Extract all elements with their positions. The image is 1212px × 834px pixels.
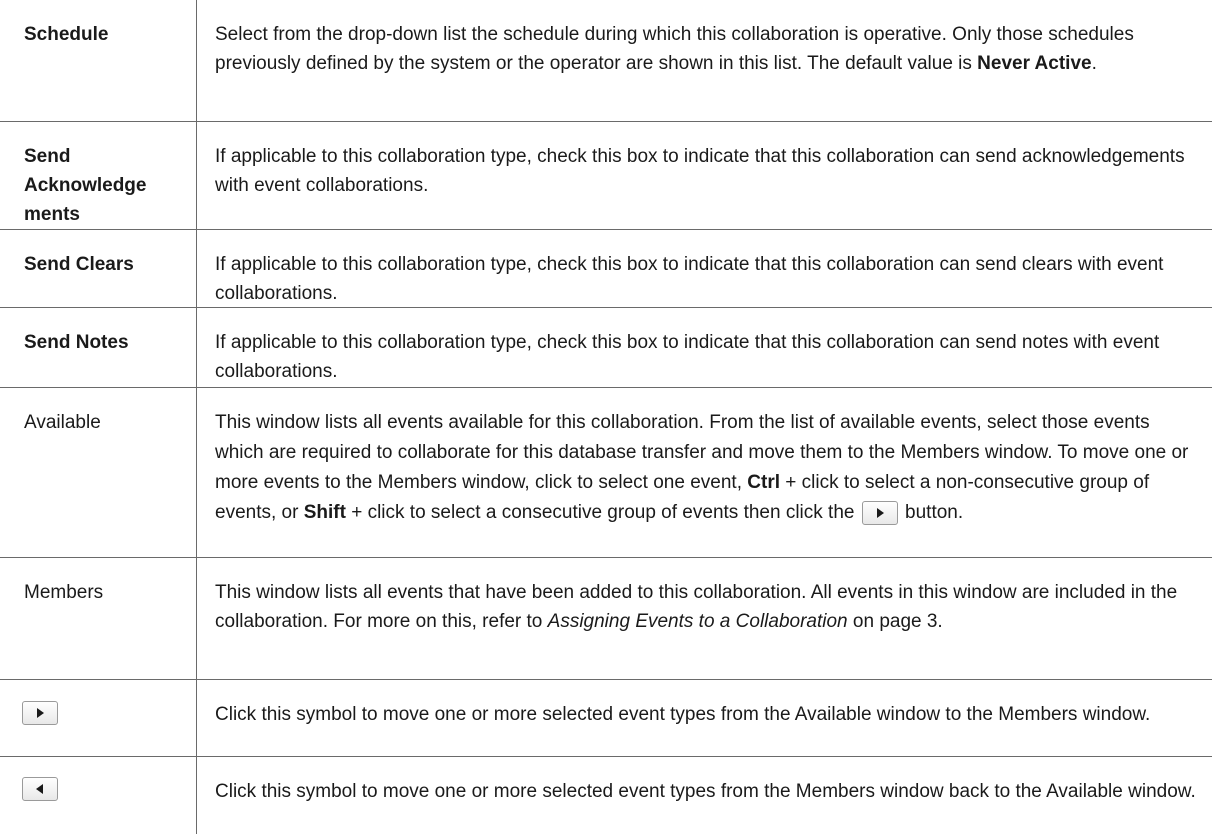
- term-send-clears: Send Clears: [24, 254, 134, 275]
- move-right-button[interactable]: [22, 701, 58, 725]
- desc-members: This window lists all events that have b…: [215, 578, 1200, 636]
- table-row-available: Available This window lists all events a…: [0, 388, 1212, 558]
- cross-reference-link[interactable]: Assigning Events to a Collaboration: [548, 611, 848, 632]
- term-available: Available: [24, 412, 101, 433]
- desc-send-acknowledgements: If applicable to this collaboration type…: [215, 146, 1185, 196]
- right-arrow-icon: [876, 507, 884, 518]
- desc-schedule: Select from the drop-down list the sched…: [215, 20, 1200, 78]
- table-row-send-acknowledgements: Send Acknowledge ments If applicable to th…: [0, 122, 1212, 230]
- desc-send-clears: If applicable to this collaboration type…: [215, 254, 1164, 304]
- right-arrow-icon: [37, 708, 44, 718]
- term-line: Send: [24, 146, 71, 167]
- desc-text: on page 3.: [847, 611, 943, 632]
- table-row-move-right: Click this symbol to move one or more se…: [0, 680, 1212, 757]
- term-send-acknowledgements: Send Acknowledge ments: [24, 142, 184, 229]
- term-send-notes: Send Notes: [24, 332, 129, 353]
- table-row-send-notes: Send Notes If applicable to this collabo…: [0, 308, 1212, 388]
- table-row-move-left: Click this symbol to move one or more se…: [0, 757, 1212, 834]
- default-value: Never Active: [977, 53, 1092, 74]
- desc-move-left: Click this symbol to move one or more se…: [215, 781, 1196, 802]
- desc-move-right: Click this symbol to move one or more se…: [215, 704, 1151, 725]
- term-schedule: Schedule: [24, 24, 109, 45]
- table-row-schedule: Schedule Select from the drop-down list …: [0, 0, 1212, 122]
- left-arrow-icon: [36, 784, 43, 794]
- desc-text: .: [1091, 53, 1097, 74]
- move-left-button[interactable]: [22, 777, 58, 801]
- key-ctrl: Ctrl: [747, 472, 780, 493]
- desc-available: This window lists all events available f…: [215, 408, 1200, 528]
- desc-text: button.: [899, 502, 964, 523]
- term-line: Acknowledge: [24, 175, 147, 196]
- move-right-button-inline[interactable]: [861, 500, 898, 525]
- definitions-table: Schedule Select from the drop-down list …: [0, 0, 1212, 834]
- term-line: ments: [24, 204, 80, 225]
- table-row-send-clears: Send Clears If applicable to this collab…: [0, 230, 1212, 308]
- key-shift: Shift: [303, 502, 346, 523]
- desc-text: + click to select a consecutive group of…: [345, 502, 860, 523]
- desc-send-notes: If applicable to this collaboration type…: [215, 332, 1160, 382]
- term-members: Members: [24, 582, 104, 603]
- table-row-members: Members This window lists all events tha…: [0, 558, 1212, 680]
